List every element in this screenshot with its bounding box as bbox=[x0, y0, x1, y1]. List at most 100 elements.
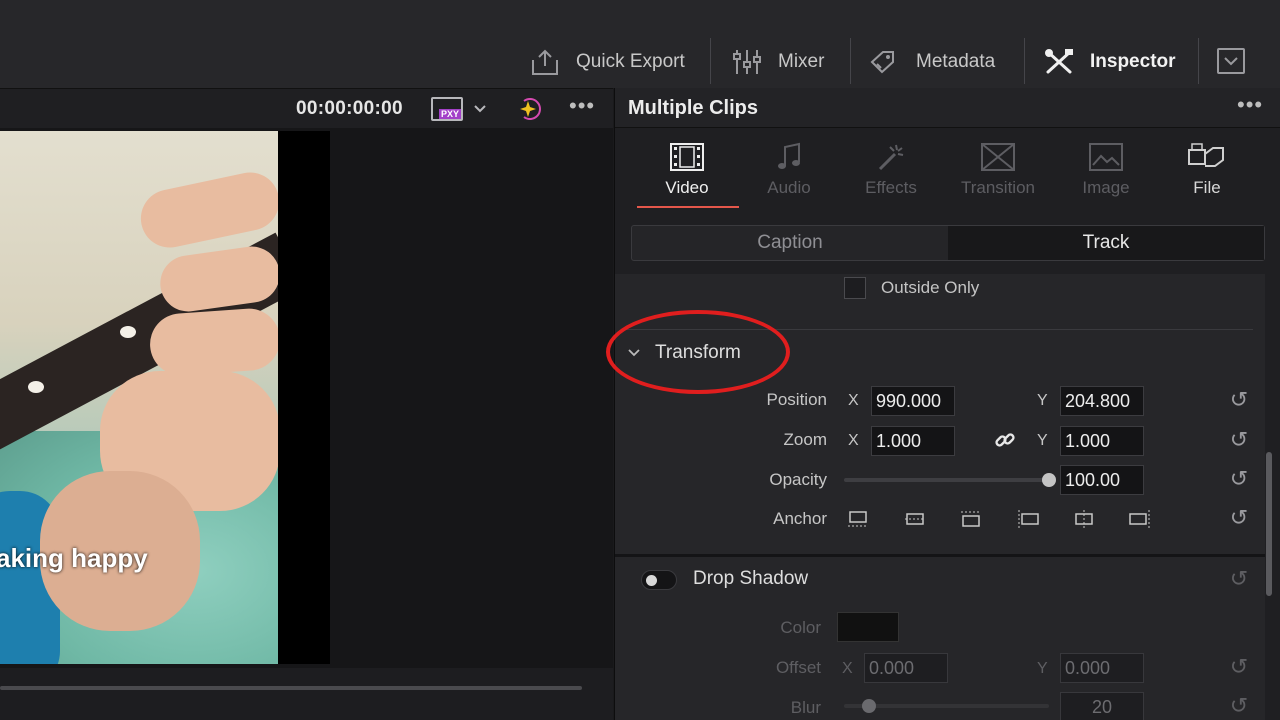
link-icon[interactable] bbox=[993, 428, 1017, 452]
inspector-scrollbar[interactable] bbox=[1266, 452, 1272, 596]
viewer-options-icon[interactable]: ••• bbox=[569, 93, 595, 119]
zoom-x-field[interactable]: 1.000 bbox=[871, 426, 955, 456]
outside-only-label: Outside Only bbox=[881, 278, 980, 297]
inspector-tabs: Video Audio Effects Transition Image Fil… bbox=[615, 128, 1280, 216]
tab-image[interactable]: Image bbox=[1056, 140, 1156, 198]
metadata-label: Metadata bbox=[916, 51, 996, 72]
shadow-color-label: Color bbox=[780, 618, 821, 637]
toolbar-divider bbox=[710, 38, 711, 84]
playhead-scrubber[interactable] bbox=[0, 686, 582, 690]
shadow-offset-label: Offset bbox=[775, 658, 821, 677]
tools-icon bbox=[1042, 47, 1076, 77]
toolbar-divider bbox=[850, 38, 851, 84]
reset-icon[interactable]: ↺ bbox=[1227, 655, 1251, 679]
tab-transition[interactable]: Transition bbox=[948, 140, 1048, 198]
outside-only-row: Outside Only bbox=[844, 277, 979, 299]
reset-icon[interactable]: ↺ bbox=[1227, 567, 1251, 591]
anchor-right-icon[interactable] bbox=[1129, 510, 1151, 528]
magic-wand-icon bbox=[841, 140, 941, 174]
film-icon bbox=[637, 140, 737, 174]
viewer-header: 00:00:00:00 PXY ••• bbox=[0, 88, 613, 128]
letterbox-bar bbox=[278, 131, 330, 664]
zoom-y-field[interactable]: 1.000 bbox=[1060, 426, 1144, 456]
mixer-button[interactable]: Mixer bbox=[730, 40, 824, 84]
opacity-slider[interactable] bbox=[844, 478, 1049, 482]
tab-file[interactable]: File bbox=[1157, 140, 1257, 198]
fret-marker bbox=[28, 381, 44, 393]
reset-icon[interactable]: ↺ bbox=[1227, 428, 1251, 452]
timecode-display: 00:00:00:00 bbox=[296, 98, 403, 119]
video-frame: aking happy bbox=[0, 131, 278, 664]
quick-export-button[interactable]: Quick Export bbox=[528, 40, 685, 84]
drop-shadow-section-header[interactable]: Drop Shadow bbox=[693, 568, 808, 590]
shadow-offset-y-field[interactable]: 0.000 bbox=[1060, 653, 1144, 683]
tab-video-label: Video bbox=[665, 178, 709, 197]
caption-subtab[interactable]: Caption bbox=[632, 226, 948, 260]
zoom-x-axis: X bbox=[848, 432, 859, 449]
drop-shadow-toggle[interactable] bbox=[641, 570, 677, 590]
metadata-button[interactable]: Metadata bbox=[868, 40, 995, 84]
caption-track-toggle: Caption Track bbox=[631, 225, 1265, 261]
section-divider bbox=[615, 554, 1265, 557]
inspector-properties: Outside Only Transform Position X 990.00… bbox=[615, 274, 1265, 720]
anchor-middle-icon[interactable] bbox=[1073, 510, 1095, 528]
quick-export-label: Quick Export bbox=[576, 51, 685, 72]
music-note-icon bbox=[739, 140, 839, 174]
section-divider bbox=[623, 329, 1253, 330]
mixer-icon bbox=[730, 47, 764, 77]
inspector-button[interactable]: Inspector bbox=[1042, 40, 1176, 84]
export-icon bbox=[528, 47, 562, 77]
opacity-slider-handle[interactable] bbox=[1042, 473, 1056, 487]
shadow-color-swatch[interactable] bbox=[837, 612, 899, 642]
inspector-options-icon[interactable]: ••• bbox=[1237, 92, 1263, 118]
anchor-top-left-icon[interactable] bbox=[847, 510, 869, 528]
tab-audio-label: Audio bbox=[767, 178, 811, 197]
viewer-canvas: aking happy bbox=[0, 128, 613, 668]
color-effects-icon[interactable] bbox=[516, 95, 546, 123]
shadow-blur-field[interactable]: 20 bbox=[1060, 692, 1144, 720]
anchor-label: Anchor bbox=[773, 509, 827, 528]
position-x-field[interactable]: 990.000 bbox=[871, 386, 955, 416]
track-subtab[interactable]: Track bbox=[948, 226, 1264, 260]
expand-panel-button[interactable] bbox=[1217, 48, 1245, 74]
shadow-blur-label: Blur bbox=[790, 698, 821, 717]
toolbar-divider bbox=[1024, 38, 1025, 84]
chevron-down-icon bbox=[628, 349, 640, 357]
position-y-field[interactable]: 204.800 bbox=[1060, 386, 1144, 416]
opacity-label: Opacity bbox=[769, 470, 827, 489]
reset-icon[interactable]: ↺ bbox=[1227, 388, 1251, 412]
inspector-header: Multiple Clips ••• bbox=[615, 88, 1280, 128]
proxy-toggle-button[interactable]: PXY bbox=[431, 97, 463, 121]
shadow-offset-x-axis: X bbox=[842, 660, 853, 677]
top-toolbar: Quick Export Mixer Metadata Inspector bbox=[0, 0, 1280, 88]
shadow-blur-slider-handle[interactable] bbox=[861, 699, 876, 713]
position-label: Position bbox=[766, 390, 827, 409]
reset-icon[interactable]: ↺ bbox=[1227, 467, 1251, 491]
tab-effects-label: Effects bbox=[865, 178, 917, 197]
shadow-offset-x-field[interactable]: 0.000 bbox=[864, 653, 948, 683]
chevron-down-icon bbox=[1224, 57, 1238, 66]
position-y-axis: Y bbox=[1037, 392, 1048, 409]
tab-video[interactable]: Video bbox=[637, 140, 737, 198]
shadow-offset-y-axis: Y bbox=[1037, 660, 1048, 677]
active-tab-indicator bbox=[637, 206, 739, 208]
transform-section-header[interactable]: Transform bbox=[626, 342, 741, 364]
tab-transition-label: Transition bbox=[960, 178, 1035, 197]
zoom-y-axis: Y bbox=[1037, 432, 1048, 449]
reset-icon[interactable]: ↺ bbox=[1227, 694, 1251, 718]
reset-icon[interactable]: ↺ bbox=[1227, 506, 1251, 530]
tab-effects[interactable]: Effects bbox=[841, 140, 941, 198]
opacity-field[interactable]: 100.00 bbox=[1060, 465, 1144, 495]
anchor-bottom-icon[interactable] bbox=[960, 510, 982, 528]
viewer-footer bbox=[0, 668, 613, 720]
transition-icon bbox=[948, 140, 1048, 174]
image-icon bbox=[1056, 140, 1156, 174]
inspector-title: Multiple Clips bbox=[628, 97, 758, 119]
zoom-label: Zoom bbox=[783, 430, 827, 449]
tab-audio[interactable]: Audio bbox=[739, 140, 839, 198]
chevron-down-icon[interactable] bbox=[472, 101, 488, 117]
outside-only-checkbox[interactable] bbox=[844, 277, 866, 299]
tab-file-label: File bbox=[1193, 178, 1221, 197]
anchor-left-icon[interactable] bbox=[1017, 510, 1039, 528]
anchor-center-icon[interactable] bbox=[904, 510, 926, 528]
